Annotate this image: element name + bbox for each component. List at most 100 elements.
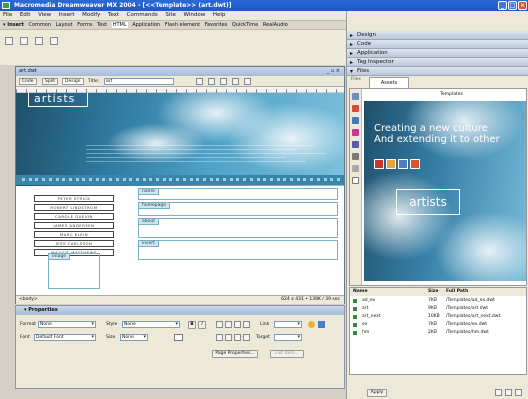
tab-layout[interactable]: Layout [56, 22, 73, 28]
tab-text[interactable]: Text [97, 22, 107, 28]
maximize-icon[interactable]: □ [508, 1, 517, 10]
browse-folder-icon[interactable] [318, 321, 325, 328]
panel-design[interactable]: Design [347, 31, 528, 40]
tab-realaudio[interactable]: RealAudio [263, 22, 288, 28]
design-canvas[interactable]: artists PETER STRICK ROBERT LINDSTROM CA… [16, 93, 344, 295]
panel-tag-inspector[interactable]: Tag Inspector [347, 58, 528, 67]
list-item[interactable]: art 9KB /Templates/art.dwt [350, 305, 526, 313]
properties-title[interactable]: ▾ Properties [16, 306, 344, 315]
panel-application[interactable]: Application [347, 49, 528, 58]
menu-commands[interactable]: Commands [127, 12, 158, 18]
column-size[interactable]: Size [428, 288, 438, 296]
view-options-icon[interactable] [232, 78, 239, 85]
outdent-icon[interactable] [234, 334, 241, 341]
new-template-icon[interactable] [505, 389, 512, 396]
menu-window[interactable]: Window [184, 12, 206, 18]
unordered-list-icon[interactable] [216, 334, 223, 341]
tab-quicktime[interactable]: QuickTime [232, 22, 258, 28]
page-properties-button[interactable]: Page Properties... [212, 350, 258, 358]
apply-button[interactable]: Apply [367, 389, 387, 397]
close-icon[interactable]: × [518, 1, 527, 10]
file-management-icon[interactable] [196, 78, 203, 85]
window-size-info[interactable]: 624 x 431 • 139K / 39 sec [281, 296, 340, 304]
tab-application[interactable]: Application [132, 22, 160, 28]
list-item[interactable]: hm 2KB /Templates/hm.dwt [350, 329, 526, 337]
justify-icon[interactable] [243, 321, 250, 328]
document-close-icon[interactable]: _ ▫ × [327, 67, 340, 76]
menu-text[interactable]: Text [108, 12, 119, 18]
title-input[interactable]: art [104, 78, 174, 85]
tab-flash-element[interactable]: Flash element [165, 22, 200, 28]
format-select[interactable]: None [38, 321, 96, 328]
insert-bar-toggle[interactable]: ▾ Insert [3, 22, 24, 28]
list-item[interactable]: ex 7KB /Templates/ex.dwt [350, 321, 526, 329]
tab-favorites[interactable]: Favorites [205, 22, 228, 28]
assets-header: Templates [440, 92, 463, 97]
minimize-icon[interactable]: _ [498, 1, 507, 10]
style-select[interactable]: None [122, 321, 180, 328]
font-select[interactable]: Default Font [34, 334, 96, 341]
colors-category-icon[interactable] [352, 105, 359, 112]
shockwave-category-icon[interactable] [352, 141, 359, 148]
tab-assets[interactable]: Assets [369, 77, 409, 88]
templates-category-icon[interactable] [352, 177, 359, 184]
list-header: Name Size Full Path [350, 288, 526, 296]
list-item[interactable]: art_next 10KB /Templates/art_next.dwt [350, 313, 526, 321]
code-view-button[interactable]: Code [19, 78, 37, 85]
tab-forms[interactable]: Forms [77, 22, 92, 28]
align-center-icon[interactable] [225, 321, 232, 328]
panel-files[interactable]: Files [347, 67, 528, 76]
menu-edit[interactable]: Edit [20, 12, 31, 18]
refresh-icon[interactable] [220, 78, 227, 85]
tab-files[interactable]: Files [351, 77, 361, 82]
menu-view[interactable]: View [38, 12, 51, 18]
visual-aids-icon[interactable] [244, 78, 251, 85]
preview-browser-icon[interactable] [208, 78, 215, 85]
flash-category-icon[interactable] [352, 129, 359, 136]
menu-help[interactable]: Help [213, 12, 226, 18]
text-color-swatch[interactable] [174, 334, 183, 341]
panel-code[interactable]: Code [347, 40, 528, 49]
movies-category-icon[interactable] [352, 153, 359, 160]
menu-file[interactable]: File [3, 12, 12, 18]
refresh-site-list-icon[interactable] [495, 389, 502, 396]
list-item[interactable]: ad_ex 7KB /Templates/ad_ex.dwt [350, 297, 526, 305]
head-tags-icon[interactable] [35, 37, 43, 45]
italic-button[interactable]: I [198, 321, 206, 329]
editable-region-homepage[interactable]: homepage [138, 202, 338, 216]
split-view-button[interactable]: Split [42, 78, 58, 85]
horizontal-rule-icon[interactable] [5, 37, 13, 45]
editable-region-image[interactable]: image [48, 253, 100, 289]
tag-selector[interactable]: <body> [19, 297, 38, 302]
script-icon[interactable] [50, 37, 58, 45]
align-right-icon[interactable] [234, 321, 241, 328]
indent-icon[interactable] [243, 334, 250, 341]
editable-region-about[interactable]: about [138, 218, 338, 238]
editable-region-name[interactable]: name [138, 188, 338, 200]
editable-region-insert[interactable]: insert [138, 240, 338, 260]
document-tab[interactable]: art.dwt _ ▫ × [16, 67, 344, 76]
menu-insert[interactable]: Insert [59, 12, 75, 18]
design-view-button[interactable]: Design [62, 78, 84, 85]
frames-icon[interactable] [20, 37, 28, 45]
column-path[interactable]: Full Path [446, 288, 468, 296]
panel-group: Design Code Application Tag Inspector Fi… [346, 11, 528, 399]
menu-modify[interactable]: Modify [82, 12, 100, 18]
images-category-icon[interactable] [352, 93, 359, 100]
link-field[interactable] [274, 321, 302, 328]
point-to-file-icon[interactable] [308, 321, 315, 328]
tab-html[interactable]: HTML [111, 22, 128, 28]
urls-category-icon[interactable] [352, 117, 359, 124]
size-select[interactable]: None [120, 334, 148, 341]
align-left-icon[interactable] [216, 321, 223, 328]
bold-button[interactable]: B [188, 321, 196, 329]
artist-name-item: PETER STRICK [34, 195, 114, 202]
ordered-list-icon[interactable] [225, 334, 232, 341]
tab-common[interactable]: Common [29, 22, 52, 28]
list-item-button[interactable]: List Item... [270, 350, 304, 358]
scripts-category-icon[interactable] [352, 165, 359, 172]
menu-site[interactable]: Site [165, 12, 176, 18]
target-select[interactable] [274, 334, 302, 341]
column-name[interactable]: Name [353, 288, 368, 296]
edit-icon[interactable] [515, 389, 522, 396]
